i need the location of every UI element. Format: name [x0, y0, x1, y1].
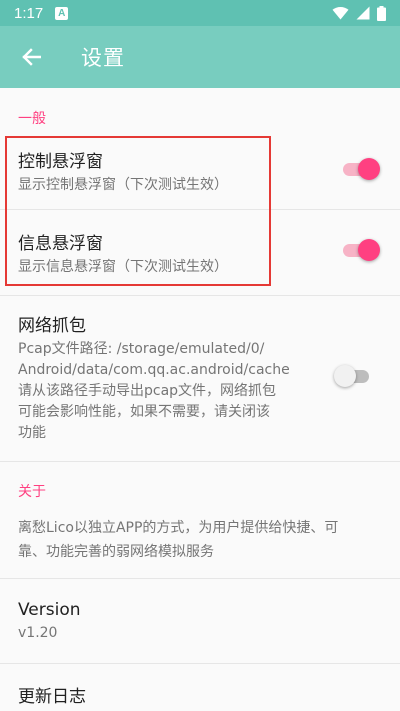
page-title: 设置 — [81, 46, 125, 70]
notification-icon: A — [55, 6, 69, 20]
category-about: 关于 — [18, 484, 46, 500]
switch-thumb — [334, 365, 356, 387]
packet-capture-switch[interactable] — [334, 364, 374, 388]
category-general: 一般 — [18, 111, 46, 127]
arrow-back-icon — [22, 48, 41, 66]
app-bar: 设置 — [0, 26, 400, 88]
summary-line: Pcap文件路径: /storage/emulated/0/ — [18, 341, 265, 357]
summary-line: 可能会影响性能，如果不需要，请关闭该 — [18, 404, 270, 420]
pref-packet-capture-title: 网络抓包 — [18, 316, 86, 336]
float-info-switch[interactable] — [340, 238, 380, 262]
pref-changelog[interactable]: 更新日志 — [0, 664, 400, 711]
settings-list[interactable]: 一般 控制悬浮窗 显示控制悬浮窗（下次测试生效） 信息悬浮窗 显示信息悬浮窗（下… — [0, 88, 400, 711]
about-line: 离愁Lico以独立APP的方式，为用户提供给快捷、可 — [18, 520, 339, 536]
about-description: 离愁Lico以独立APP的方式，为用户提供给快捷、可 靠、功能完善的弱网络模拟服… — [0, 516, 400, 564]
divider — [0, 461, 400, 462]
float-control-switch[interactable] — [340, 157, 380, 181]
about-line: 靠、功能完善的弱网络模拟服务 — [18, 544, 214, 560]
status-bar: 1:17 A — [0, 0, 400, 26]
switch-thumb — [358, 239, 380, 261]
status-time: 1:17 — [14, 4, 44, 22]
pref-version-title: Version — [18, 600, 81, 620]
back-button[interactable] — [3, 26, 59, 88]
wifi-icon — [332, 6, 349, 20]
summary-line: 功能 — [18, 425, 46, 441]
battery-icon — [377, 5, 386, 21]
switch-thumb — [358, 158, 380, 180]
pref-version[interactable]: Version v1.20 — [0, 579, 400, 663]
signal-icon — [356, 6, 370, 20]
pref-version-value: v1.20 — [18, 625, 58, 641]
divider — [0, 295, 400, 296]
pref-changelog-title: 更新日志 — [18, 687, 86, 707]
highlight-box — [5, 136, 271, 286]
pref-packet-capture-summary: Pcap文件路径: /storage/emulated/0/ Android/d… — [18, 339, 400, 444]
